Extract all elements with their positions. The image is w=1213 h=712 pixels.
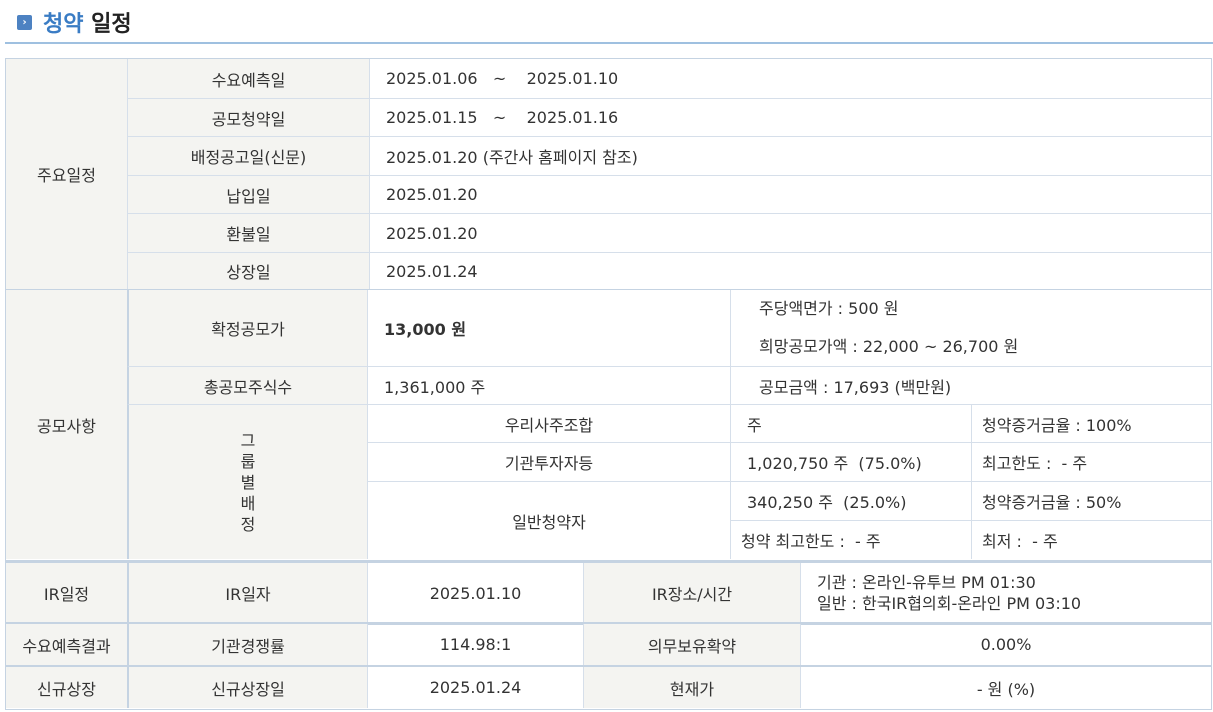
schedule-label-payment: 납입일 bbox=[127, 175, 369, 213]
offering-section-label: 공모사항 bbox=[6, 290, 127, 559]
desired-price-range: 희망공모가액 : 22,000 ~ 26,700 원 bbox=[759, 337, 1019, 356]
total-amount: 공모금액 : 17,693 (백만원) bbox=[730, 366, 1211, 404]
schedule-value-refund: 2025.01.20 bbox=[369, 213, 1211, 252]
ir-place-institution: 기관 : 온라인-유투브 PM 01:30 bbox=[817, 573, 1036, 592]
ir-date-value: 2025.01.10 bbox=[367, 563, 583, 623]
demand-section-label: 수요예측결과 bbox=[6, 624, 127, 665]
schedule-label-refund: 환불일 bbox=[127, 213, 369, 252]
group-retail-max: 청약 최고한도 : - 주 bbox=[730, 520, 971, 559]
offering-table: 공모사항 확정공모가 13,000 원 주당액면가 : 500 원 희망공모가액… bbox=[5, 290, 1212, 561]
total-shares-label: 총공모주식수 bbox=[127, 366, 367, 404]
current-price-label: 현재가 bbox=[583, 667, 800, 708]
competition-label: 기관경쟁률 bbox=[127, 624, 367, 665]
group-retail-name: 일반청약자 bbox=[367, 481, 730, 559]
schedule-section-label: 주요일정 bbox=[6, 59, 127, 289]
competition-value: 114.98:1 bbox=[367, 624, 583, 665]
group-employee-shares: 주 bbox=[730, 404, 971, 442]
group-employee-name: 우리사주조합 bbox=[367, 404, 730, 442]
ir-date-label: IR일자 bbox=[127, 563, 367, 623]
group-institution-shares: 1,020,750 주 (75.0%) bbox=[730, 442, 971, 481]
confirmed-price-label: 확정공모가 bbox=[127, 290, 367, 366]
schedule-label-subscription: 공모청약일 bbox=[127, 98, 369, 136]
schedule-value-demand-forecast: 2025.01.06 ~ 2025.01.10 bbox=[369, 59, 1211, 98]
group-retail-shares: 340,250 주 (25.0%) bbox=[730, 481, 971, 520]
group-institution-note: 최고한도 : - 주 bbox=[971, 442, 1211, 481]
ir-place-value: 기관 : 온라인-유투브 PM 01:30 일반 : 한국IR협의회-온라인 P… bbox=[800, 563, 1211, 623]
demand-result-table: 수요예측결과 기관경쟁률 114.98:1 의무보유확약 0.00% bbox=[5, 622, 1212, 667]
chevron-right-icon: › bbox=[17, 15, 32, 30]
listing-date-value: 2025.01.24 bbox=[367, 667, 583, 708]
section-title-bar: › 청약 일정 bbox=[5, 0, 1213, 44]
ir-place-label: IR장소/시간 bbox=[583, 563, 800, 623]
schedule-value-listing: 2025.01.24 bbox=[369, 252, 1211, 289]
lockup-value: 0.00% bbox=[800, 624, 1211, 665]
ir-section-label: IR일정 bbox=[6, 563, 127, 623]
schedule-label-allotment-notice: 배정공고일(신문) bbox=[127, 136, 369, 175]
listing-date-label: 신규상장일 bbox=[127, 667, 367, 708]
group-retail-note: 청약증거금율 : 50% bbox=[971, 481, 1211, 520]
schedule-value-subscription: 2025.01.15 ~ 2025.01.16 bbox=[369, 98, 1211, 136]
section-title: 청약 일정 bbox=[43, 12, 132, 37]
ir-table: IR일정 IR일자 2025.01.10 IR장소/시간 기관 : 온라인-유투… bbox=[5, 561, 1212, 625]
schedule-table: 주요일정 수요예측일 2025.01.06 ~ 2025.01.10 공모청약일… bbox=[5, 58, 1212, 290]
price-info: 주당액면가 : 500 원 희망공모가액 : 22,000 ~ 26,700 원 bbox=[730, 290, 1211, 366]
group-institution-name: 기관투자자등 bbox=[367, 442, 730, 481]
schedule-value-allotment-notice: 2025.01.20 (주간사 홈페이지 참조) bbox=[369, 136, 1211, 175]
schedule-label-demand-forecast: 수요예측일 bbox=[127, 59, 369, 98]
total-shares-value: 1,361,000 주 bbox=[367, 366, 730, 404]
current-price-value: - 원 (%) bbox=[800, 667, 1211, 708]
ir-place-retail: 일반 : 한국IR협의회-온라인 PM 03:10 bbox=[817, 594, 1082, 613]
group-retail-min: 최저 : - 주 bbox=[971, 520, 1211, 559]
schedule-label-listing: 상장일 bbox=[127, 252, 369, 289]
listing-table: 신규상장 신규상장일 2025.01.24 현재가 - 원 (%) bbox=[5, 665, 1212, 710]
group-allocation-label: 그 룹 별 배 정 bbox=[127, 404, 367, 559]
face-value: 주당액면가 : 500 원 bbox=[759, 299, 899, 318]
group-employee-note: 청약증거금율 : 100% bbox=[971, 404, 1211, 442]
lockup-label: 의무보유확약 bbox=[583, 624, 800, 665]
schedule-value-payment: 2025.01.20 bbox=[369, 175, 1211, 213]
confirmed-price-value: 13,000 원 bbox=[367, 290, 730, 366]
listing-section-label: 신규상장 bbox=[6, 667, 127, 708]
